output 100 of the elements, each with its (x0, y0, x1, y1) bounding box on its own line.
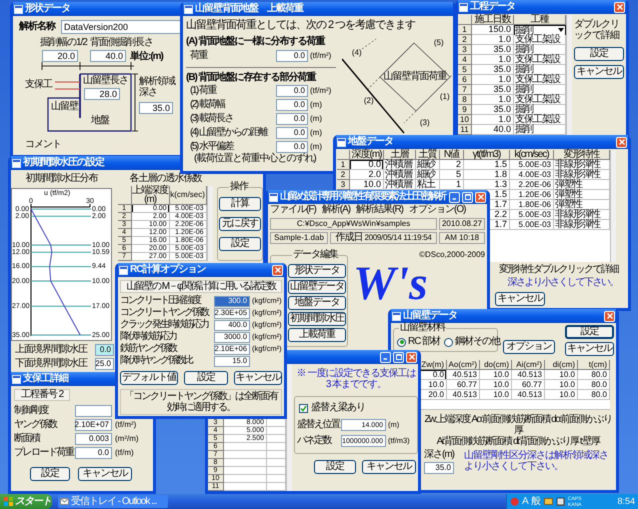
ime-indicator: A 般 (522, 496, 541, 506)
close-button[interactable] (614, 2, 625, 12)
number-field[interactable]: 0.0 (276, 113, 308, 125)
set-button[interactable]: 設定 (565, 325, 614, 339)
number-field[interactable]: 20.0 (42, 50, 78, 62)
row-header: 11 (458, 125, 472, 135)
close-button[interactable] (406, 352, 417, 362)
table-cell: 35.0 (472, 85, 514, 95)
default-button[interactable]: デフォルト値 (120, 371, 178, 385)
menu-item[interactable]: 解析結果(R) (356, 205, 404, 215)
field-label: 降伏時鉄筋応力 (120, 332, 178, 342)
data-button[interactable]: 上載荷重 (288, 328, 346, 342)
number-field[interactable] (75, 405, 112, 417)
cancel-button[interactable]: キャンセル (495, 292, 545, 306)
data-button[interactable]: 地盤データ (288, 296, 346, 310)
checkbox[interactable] (299, 404, 308, 412)
close-icon (616, 4, 622, 10)
number-field[interactable]: 40.0 (90, 50, 126, 62)
number-field[interactable]: 0.0 (276, 50, 308, 62)
field-label: (2) 載荷幅 (189, 100, 226, 110)
data-button[interactable]: 山留壁データ (288, 280, 346, 294)
set-button[interactable]: 設定 (30, 467, 70, 481)
table-cell: 10.0 (480, 390, 512, 400)
window-icon (12, 158, 21, 168)
close-icon (618, 139, 624, 145)
number-field[interactable]: 0.0 (276, 127, 308, 139)
set-button[interactable]: 設定 (314, 460, 356, 474)
undo-button[interactable]: 元に戻す (219, 217, 262, 231)
unit-label: (m) (310, 129, 322, 137)
minimize-button[interactable] (449, 192, 460, 202)
table-cell: 5.00E-03 (510, 160, 554, 170)
table-cell: 40.513 (512, 390, 545, 400)
number-field[interactable]: 35.0 (424, 462, 454, 474)
calculate-button[interactable]: 計算 (219, 197, 262, 211)
menu-item[interactable]: ファイル(F) (270, 205, 316, 215)
cancel-button[interactable]: キャンセル (574, 65, 624, 79)
cancel-button[interactable]: キャンセル (565, 342, 614, 356)
close-button[interactable] (272, 264, 283, 276)
table-cell: 10.0 (545, 380, 578, 390)
table-cell: 1.20E-06 (510, 190, 554, 200)
menu-item[interactable]: オプション(O) (409, 205, 466, 215)
taskbar-button[interactable]: 受信トレイ - Outlook ... (58, 495, 168, 508)
column-header: γt(tf/m3) (464, 150, 510, 160)
menu-item[interactable]: 解析(A) (322, 205, 350, 215)
diagram-label: (3) (420, 119, 430, 127)
data-button[interactable]: 初期間隙水圧 (288, 312, 346, 326)
table-cell: 10.0 (480, 380, 512, 390)
window-title: RC計算オプション (130, 265, 206, 275)
field-label: 解析名称 (19, 22, 55, 32)
diagram-label: (4) (352, 49, 362, 57)
window-icon (12, 374, 21, 384)
table-cell: 沖積層 (384, 170, 416, 180)
column-header: N値 (440, 150, 464, 160)
maximize-button[interactable] (393, 352, 404, 362)
number-field[interactable]: 0.0 (276, 99, 308, 111)
window-icon (459, 2, 468, 12)
radio-button[interactable] (397, 338, 406, 346)
close-button[interactable] (475, 192, 486, 202)
row-header: 3 (458, 45, 472, 55)
table-cell: 80.0 (578, 370, 610, 380)
dimension-label: 掘削幅の1/2 (40, 38, 87, 48)
cancel-button[interactable]: キャンセル (78, 467, 132, 481)
cancel-button[interactable]: キャンセル (234, 371, 282, 385)
close-button[interactable] (616, 136, 627, 148)
number-field[interactable]: 35.0 (139, 102, 173, 114)
close-icon (478, 194, 484, 200)
row-header: 1 (337, 160, 350, 170)
unit-label: (tf/m) (115, 449, 134, 457)
field-note: (載荷位置と荷重中心とのずれ) (193, 154, 317, 164)
minimize-button[interactable] (380, 352, 391, 362)
number-field[interactable]: 0.0 (95, 344, 114, 356)
number-field[interactable]: 0.0 (276, 141, 308, 153)
table-cell: 1.0 (472, 115, 514, 125)
option-button[interactable]: オプション (503, 340, 555, 354)
number-field[interactable]: 25.0 (95, 358, 114, 370)
radio-button[interactable] (444, 338, 454, 346)
data-button[interactable]: 形状データ (288, 264, 346, 278)
number-field[interactable]: 28.0 (84, 88, 120, 100)
table-cell: 5.00E-03 (510, 210, 554, 220)
number-field[interactable]: 0.003 (75, 433, 112, 445)
number-field[interactable]: 2.10E+07 (75, 419, 112, 431)
radio-label: 鋼材その他 (455, 337, 500, 347)
start-button[interactable]: スタート (0, 494, 52, 509)
checkbox-label: 盛替え梁あり (311, 403, 365, 413)
field-label: バネ定数 (296, 436, 332, 446)
window-title: 初期間隙水圧の設定 (23, 158, 104, 168)
window-title: 山留め設計専用 弾塑性有限要素法土圧密解析 (280, 192, 445, 202)
number-field[interactable]: 0.0 (75, 447, 112, 459)
table-cell: 80.0 (578, 380, 610, 390)
number-field[interactable]: 0.0 (276, 85, 308, 97)
window-title: 地盤データ (348, 137, 393, 147)
cancel-button[interactable]: キャンセル (362, 460, 416, 474)
close-button[interactable] (604, 310, 615, 322)
warning-text: 深さより小さくして下さい。 (508, 278, 618, 288)
set-button[interactable]: 設定 (184, 371, 228, 385)
field-label: 制御剛度 (14, 406, 50, 416)
set-button[interactable]: 設定 (219, 237, 262, 251)
set-button[interactable]: 設定 (574, 47, 624, 61)
table-cell: 1.80E-06 (510, 200, 554, 210)
maximize-button[interactable] (462, 192, 473, 202)
